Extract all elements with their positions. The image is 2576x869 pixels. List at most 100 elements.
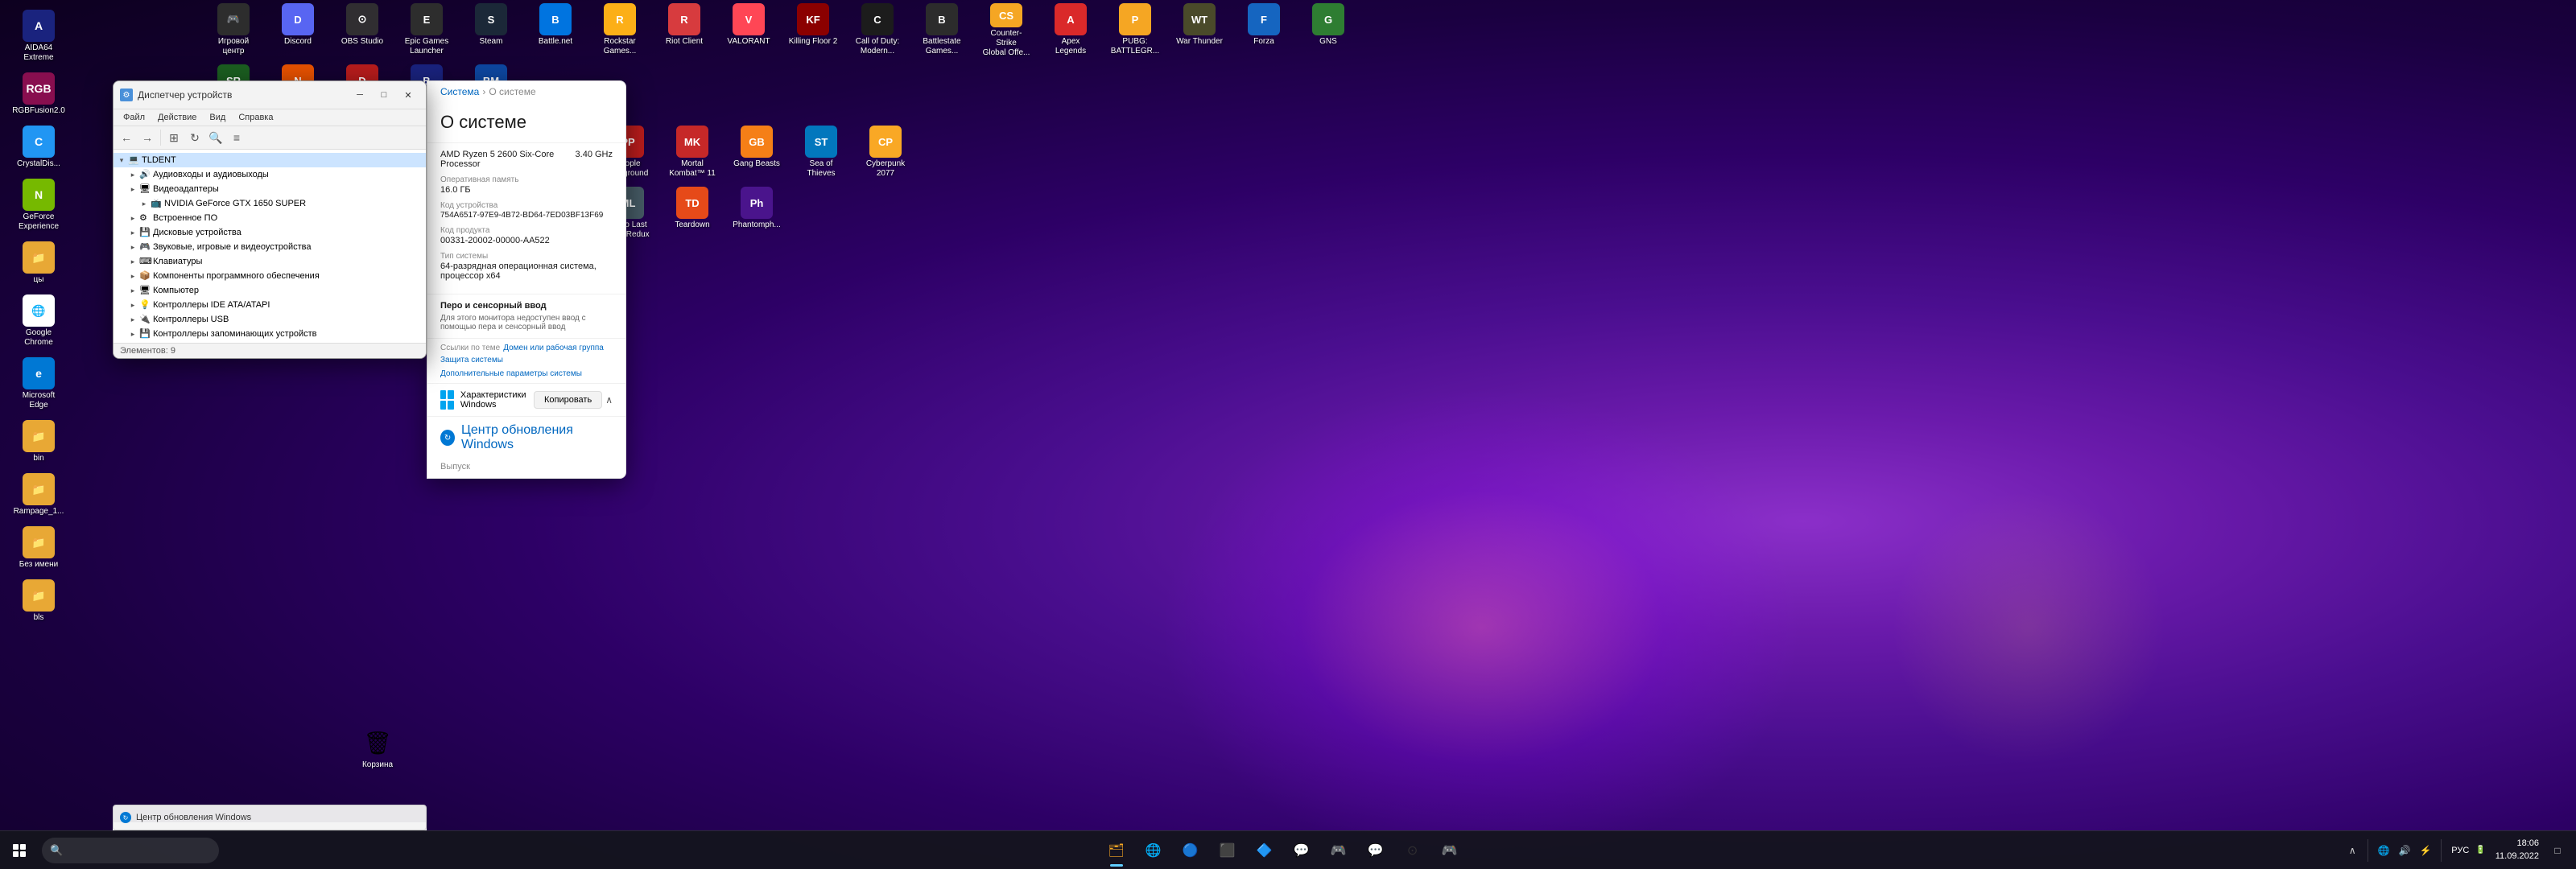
desktop-icon-no_name[interactable]: 📁 Без имени bbox=[6, 523, 71, 573]
taskbar-app-discord_tb[interactable]: 💬 bbox=[1358, 833, 1393, 868]
taskbar-app-widgets[interactable]: 🔷 bbox=[1247, 833, 1282, 868]
desktop-icon-phantom[interactable]: Ph Phantomph... bbox=[724, 183, 789, 245]
tree-expand-video[interactable]: ▸ bbox=[128, 184, 138, 194]
dm-tree-item-gpu[interactable]: ▸ 📺 NVIDIA GeForce GTX 1650 SUPER bbox=[114, 196, 426, 211]
sys-copy-button[interactable]: Копировать bbox=[534, 391, 602, 409]
desktop-icon-apex[interactable]: A ApexLegends bbox=[1038, 0, 1103, 61]
dm-view-button[interactable]: ≡ bbox=[227, 128, 246, 147]
recycle-bin[interactable]: 🗑 Корзина bbox=[358, 723, 397, 772]
desktop-icon-discord[interactable]: D Discord bbox=[266, 0, 330, 61]
tree-expand-audio[interactable]: ▸ bbox=[128, 170, 138, 179]
dm-tree-item-sound_devices[interactable]: ▸ 🎮 Звуковые, игровые и видеоустройства bbox=[114, 240, 426, 254]
desktop-icon-bls[interactable]: 📁 bls bbox=[6, 576, 71, 626]
desktop-icon-folder_bin[interactable]: 📁 bin bbox=[6, 417, 71, 467]
dm-tree-item-disk[interactable]: ▸ 💾 Дисковые устройства bbox=[114, 225, 426, 240]
dm-menu-Справка[interactable]: Справка bbox=[232, 111, 279, 124]
tree-expand-disk[interactable]: ▸ bbox=[128, 228, 138, 237]
dm-properties-button[interactable]: ⊞ bbox=[164, 128, 184, 147]
dm-tree-item-audio[interactable]: ▸ 🔊 Аудиовходы и аудиовыходы bbox=[114, 167, 426, 182]
tree-expand-gpu[interactable]: ▸ bbox=[139, 199, 149, 208]
language-indicator[interactable]: РУС bbox=[2448, 846, 2472, 855]
tree-expand-storage_ctrl[interactable]: ▸ bbox=[128, 329, 138, 339]
dm-tree-item-keyboards[interactable]: ▸ ⌨ Клавиатуры bbox=[114, 254, 426, 269]
taskbar-start-button[interactable] bbox=[0, 831, 39, 869]
tree-expand-ide[interactable]: ▸ bbox=[128, 300, 138, 310]
desktop-icon-rockstar[interactable]: R RockstarGames... bbox=[588, 0, 652, 61]
desktop-icon-nvidia_exp[interactable]: N GeForceExperience bbox=[6, 175, 71, 235]
desktop-icon-battlestate[interactable]: B BattlestateGames... bbox=[910, 0, 974, 61]
taskbar-app-obs_tb[interactable]: ⊙ bbox=[1395, 833, 1430, 868]
taskbar-app-taskview[interactable]: ⬛ bbox=[1210, 833, 1245, 868]
dm-tree-item-software[interactable]: ▸ 📦 Компоненты программного обеспечения bbox=[114, 269, 426, 283]
dm-menu-Действие[interactable]: Действие bbox=[151, 111, 203, 124]
desktop-icon-steam[interactable]: S Steam bbox=[459, 0, 523, 61]
dm-tree-item-builtin[interactable]: ▸ ⚙ Встроенное ПО bbox=[114, 211, 426, 225]
desktop-icon-game_controller[interactable]: 🎮 Игровойцентр bbox=[201, 0, 266, 61]
desktop-icon-forza[interactable]: F Forza bbox=[1232, 0, 1296, 61]
tree-expand-sound_devices[interactable]: ▸ bbox=[128, 242, 138, 252]
desktop-icon-folder_rampage[interactable]: 📁 Rampage_1... bbox=[6, 470, 71, 520]
dm-tree-item-video[interactable]: ▸ 🖥 Видеоадаптеры bbox=[114, 182, 426, 196]
taskbar-app-chat[interactable]: 💬 bbox=[1284, 833, 1319, 868]
tree-expand-keyboards[interactable]: ▸ bbox=[128, 257, 138, 266]
sys-collapse-button[interactable]: ∧ bbox=[605, 394, 613, 406]
notifications-icon[interactable]: □ bbox=[2549, 842, 2566, 859]
tree-expand-usb[interactable]: ▸ bbox=[128, 315, 138, 324]
dm-minimize-button[interactable]: ─ bbox=[349, 86, 371, 104]
desktop-icon-battlenet[interactable]: B Battle.net bbox=[523, 0, 588, 61]
tree-expand-computer[interactable]: ▸ bbox=[128, 286, 138, 295]
desktop-icon-cod[interactable]: C Call of Duty:Modern... bbox=[845, 0, 910, 61]
desktop-icon-pubg[interactable]: P PUBG:BATTLEGR... bbox=[1103, 0, 1167, 61]
network-icon[interactable]: 🌐 bbox=[2375, 842, 2392, 859]
sys-link-protection[interactable]: Защита системы bbox=[440, 356, 503, 364]
dm-menu-Файл[interactable]: Файл bbox=[117, 111, 151, 124]
desktop-icon-killing_floor[interactable]: KF Killing Floor 2 bbox=[781, 0, 845, 61]
update-taskbar-btn[interactable]: ↻ Центр обновления Windows bbox=[113, 805, 427, 830]
dm-tree-item-root[interactable]: ▾ 💻 TLDENT bbox=[114, 153, 426, 167]
desktop-icon-riot[interactable]: R Riot Client bbox=[652, 0, 716, 61]
desktop-icon-yellow_folder[interactable]: 📁 цы bbox=[6, 238, 71, 288]
volume-icon[interactable]: 🔊 bbox=[2396, 842, 2413, 859]
dm-scan-button[interactable]: 🔍 bbox=[206, 128, 225, 147]
desktop-icon-sea_of_thieves[interactable]: ST Sea ofThieves bbox=[789, 122, 853, 183]
tree-expand-builtin[interactable]: ▸ bbox=[128, 213, 138, 223]
desktop-icon-epic[interactable]: E Epic GamesLauncher bbox=[394, 0, 459, 61]
desktop-icon-ms_edge[interactable]: e MicrosoftEdge bbox=[6, 354, 71, 414]
dm-tree-item-ide[interactable]: ▸ 💡 Контроллеры IDE ATA/ATAPI bbox=[114, 298, 426, 312]
dm-menu-Вид[interactable]: Вид bbox=[203, 111, 232, 124]
desktop-icon-teardown[interactable]: TD Teardown bbox=[660, 183, 724, 245]
taskbar-app-steam_tb[interactable]: 🎮 bbox=[1321, 833, 1356, 868]
desktop-icon-google_chrome[interactable]: 🌐 GoogleChrome bbox=[6, 291, 71, 351]
dm-close-button[interactable]: ✕ bbox=[397, 86, 419, 104]
sys-link-advanced[interactable]: Дополнительные параметры системы bbox=[440, 369, 582, 378]
tray-chevron[interactable]: ∧ bbox=[2343, 842, 2361, 859]
desktop-icon-war_thunder[interactable]: WT War Thunder bbox=[1167, 0, 1232, 61]
desktop-icon-valorant[interactable]: V VALORANT bbox=[716, 0, 781, 61]
dm-tree-item-storage_ctrl[interactable]: ▸ 💾 Контроллеры запоминающих устройств bbox=[114, 327, 426, 341]
taskbar-app-game_tb[interactable]: 🎮 bbox=[1432, 833, 1468, 868]
sys-update-link[interactable]: Центр обновления Windows bbox=[461, 423, 613, 452]
taskbar-app-explorer[interactable]: 🗂 bbox=[1099, 833, 1134, 868]
desktop-icon-counter[interactable]: CS Counter-StrikeGlobal Offe... bbox=[974, 0, 1038, 61]
desktop-icon-obs[interactable]: ⊙ OBS Studio bbox=[330, 0, 394, 61]
dm-maximize-button[interactable]: □ bbox=[373, 86, 395, 104]
dm-tree-item-usb[interactable]: ▸ 🔌 Контроллеры USB bbox=[114, 312, 426, 327]
dm-back-button[interactable]: ← bbox=[117, 128, 136, 147]
dm-update-button[interactable]: ↻ bbox=[185, 128, 204, 147]
dm-forward-button[interactable]: → bbox=[138, 128, 157, 147]
desktop-icon-gns[interactable]: G GNS bbox=[1296, 0, 1360, 61]
clock[interactable]: 18:06 11.09.2022 bbox=[2489, 838, 2545, 863]
taskbar-app-edge[interactable]: 🔵 bbox=[1173, 833, 1208, 868]
sys-link-domain[interactable]: Домен или рабочая группа bbox=[503, 344, 604, 352]
tree-expand-root[interactable]: ▾ bbox=[117, 155, 126, 165]
desktop-icon-mortal[interactable]: MK MortalKombat™ 11 bbox=[660, 122, 724, 183]
dm-tree-item-computer[interactable]: ▸ 🖥 Компьютер bbox=[114, 283, 426, 298]
taskbar-app-chrome[interactable]: 🌐 bbox=[1136, 833, 1171, 868]
desktop-icon-aida64[interactable]: A AIDA64Extreme bbox=[6, 6, 71, 66]
taskbar-search[interactable]: 🔍 bbox=[42, 838, 219, 863]
desktop-icon-crystal_disk[interactable]: C CrystalDis... bbox=[6, 122, 71, 172]
tree-expand-software[interactable]: ▸ bbox=[128, 271, 138, 281]
desktop-icon-cyberpunk[interactable]: CP Cyberpunk2077 bbox=[853, 122, 918, 183]
desktop-icon-gang_beasts[interactable]: GB Gang Beasts bbox=[724, 122, 789, 183]
desktop-icon-rgb_fusion[interactable]: RGB RGBFusion2.0 bbox=[6, 69, 71, 119]
